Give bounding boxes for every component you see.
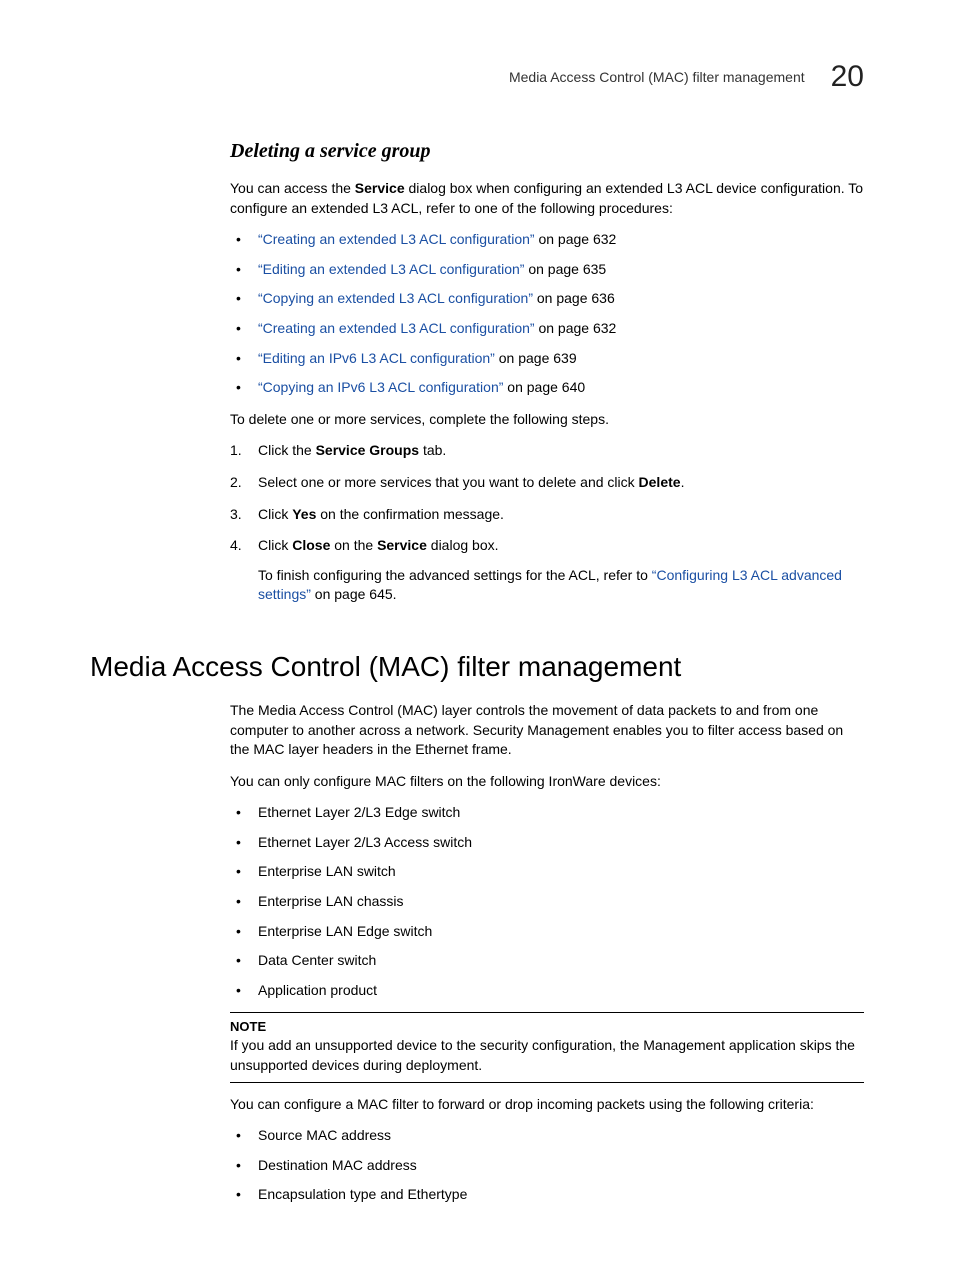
- text: tab.: [419, 442, 446, 458]
- text: Click the: [258, 442, 316, 458]
- xref-link[interactable]: “Creating an extended L3 ACL configurati…: [258, 231, 535, 247]
- list-item: “Creating an extended L3 ACL configurati…: [230, 319, 864, 339]
- page-ref: on page 636: [533, 290, 615, 306]
- list-item: “Copying an IPv6 L3 ACL configuration” o…: [230, 378, 864, 398]
- bold-service-groups: Service Groups: [316, 442, 420, 458]
- list-item: Data Center switch: [230, 951, 864, 971]
- page-ref: on page 632: [535, 320, 617, 336]
- page: Media Access Control (MAC) filter manage…: [0, 0, 954, 1277]
- bold-service: Service: [355, 180, 405, 196]
- xref-link[interactable]: “Editing an IPv6 L3 ACL configuration”: [258, 350, 495, 366]
- mac-para-1: The Media Access Control (MAC) layer con…: [230, 701, 864, 760]
- text: on the: [330, 537, 377, 553]
- bold-close: Close: [292, 537, 330, 553]
- list-item: Application product: [230, 981, 864, 1001]
- step-2: Select one or more services that you wan…: [230, 473, 864, 493]
- list-item: “Editing an IPv6 L3 ACL configuration” o…: [230, 349, 864, 369]
- list-item: Ethernet Layer 2/L3 Edge switch: [230, 803, 864, 823]
- xref-link[interactable]: “Copying an extended L3 ACL configuratio…: [258, 290, 533, 306]
- chapter-number: 20: [831, 60, 864, 94]
- bold-delete: Delete: [639, 474, 681, 490]
- page-ref: on page 635: [524, 261, 606, 277]
- steps-lead: To delete one or more services, complete…: [230, 410, 864, 430]
- step-3: Click Yes on the confirmation message.: [230, 505, 864, 525]
- list-item: Encapsulation type and Ethertype: [230, 1185, 864, 1205]
- list-item: Enterprise LAN chassis: [230, 892, 864, 912]
- xref-link[interactable]: “Copying an IPv6 L3 ACL configuration”: [258, 379, 503, 395]
- devices-list: Ethernet Layer 2/L3 Edge switch Ethernet…: [230, 803, 864, 1000]
- text: on the confirmation message.: [316, 506, 504, 522]
- xref-link[interactable]: “Editing an extended L3 ACL configuratio…: [258, 261, 524, 277]
- list-item: Destination MAC address: [230, 1156, 864, 1176]
- bold-yes: Yes: [292, 506, 316, 522]
- mac-para-2: You can only configure MAC filters on th…: [230, 772, 864, 792]
- page-ref: on page 639: [495, 350, 577, 366]
- text: on page 645.: [311, 586, 397, 602]
- bold-service: Service: [377, 537, 427, 553]
- note-text: If you add an unsupported device to the …: [230, 1036, 864, 1075]
- list-item: “Copying an extended L3 ACL configuratio…: [230, 289, 864, 309]
- text: You can access the: [230, 180, 355, 196]
- intro-paragraph: You can access the Service dialog box wh…: [230, 179, 864, 218]
- steps-list: Click the Service Groups tab. Select one…: [230, 441, 864, 605]
- text: To finish configuring the advanced setti…: [258, 567, 652, 583]
- list-item: “Editing an extended L3 ACL configuratio…: [230, 260, 864, 280]
- note-rule-top: [230, 1012, 864, 1013]
- text: Select one or more services that you wan…: [258, 474, 639, 490]
- heading-mac-filter-management: Media Access Control (MAC) filter manage…: [90, 651, 864, 683]
- page-ref: on page 632: [535, 231, 617, 247]
- note-label: NOTE: [230, 1019, 864, 1034]
- text: Click: [258, 506, 292, 522]
- list-item: Enterprise LAN switch: [230, 862, 864, 882]
- text: .: [681, 474, 685, 490]
- heading-deleting-service-group: Deleting a service group: [230, 140, 864, 163]
- list-item: “Creating an extended L3 ACL configurati…: [230, 230, 864, 250]
- section-deleting-service-group: Deleting a service group You can access …: [230, 140, 864, 605]
- section-mac-filter-management: The Media Access Control (MAC) layer con…: [230, 701, 864, 1205]
- xref-list: “Creating an extended L3 ACL configurati…: [230, 230, 864, 398]
- running-title: Media Access Control (MAC) filter manage…: [509, 69, 805, 85]
- criteria-list: Source MAC address Destination MAC addre…: [230, 1126, 864, 1205]
- note-block: NOTE If you add an unsupported device to…: [230, 1012, 864, 1082]
- page-ref: on page 640: [503, 379, 585, 395]
- text: dialog box.: [427, 537, 499, 553]
- mac-para-3: You can configure a MAC filter to forwar…: [230, 1095, 864, 1115]
- step-1: Click the Service Groups tab.: [230, 441, 864, 461]
- note-rule-bottom: [230, 1082, 864, 1083]
- list-item: Enterprise LAN Edge switch: [230, 922, 864, 942]
- step-4-substep: To finish configuring the advanced setti…: [258, 566, 864, 605]
- running-header: Media Access Control (MAC) filter manage…: [90, 60, 864, 94]
- step-4: Click Close on the Service dialog box. T…: [230, 536, 864, 605]
- list-item: Source MAC address: [230, 1126, 864, 1146]
- list-item: Ethernet Layer 2/L3 Access switch: [230, 833, 864, 853]
- xref-link[interactable]: “Creating an extended L3 ACL configurati…: [258, 320, 535, 336]
- text: Click: [258, 537, 292, 553]
